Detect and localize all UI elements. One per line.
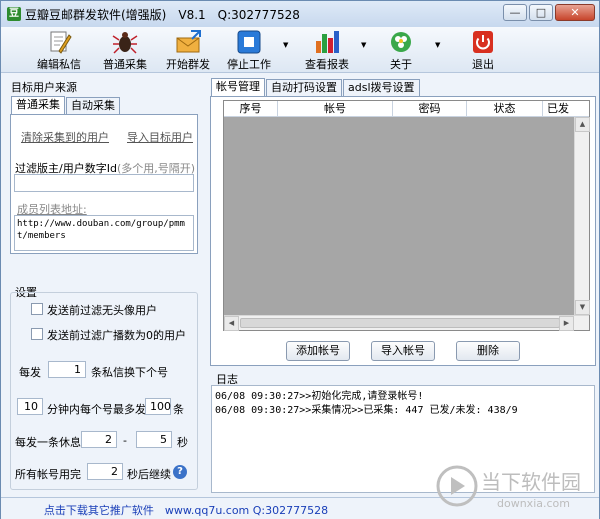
stop-icon: [237, 30, 261, 54]
close-button[interactable]: ✕: [555, 4, 595, 21]
members-url-textarea[interactable]: http://www.douban.com/group/pmmt/members: [14, 215, 194, 251]
normal-collect-button[interactable]: 普通采集: [93, 29, 157, 71]
col-sent[interactable]: 已发: [543, 101, 589, 116]
left-tabs: 普通采集 自动采集: [11, 96, 121, 115]
exit-label: 退出: [472, 58, 494, 71]
per-minutes-input[interactable]: 10: [17, 398, 43, 415]
grid-vertical-scrollbar[interactable]: ▲ ▼: [574, 117, 590, 315]
edit-message-label: 编辑私信: [37, 58, 81, 71]
all-used-suffix: 秒后继续: [127, 468, 171, 481]
edit-document-icon: [50, 31, 72, 54]
per-send-suffix: 条私信换下个号: [91, 366, 168, 379]
filter-zero-broadcast-label: 发送前过滤广播数为0的用户: [47, 329, 186, 342]
maximize-button[interactable]: □: [529, 4, 553, 21]
tab-adsl-dial[interactable]: adsl拨号设置: [343, 79, 420, 96]
clear-collected-link[interactable]: 清除采集到的用户: [21, 129, 109, 145]
bug-icon: [112, 32, 138, 54]
help-icon[interactable]: ?: [173, 465, 187, 479]
rest-min-input[interactable]: 2: [81, 431, 117, 448]
stop-work-label: 停止工作: [227, 58, 271, 71]
horizontal-scroll-thumb[interactable]: [240, 318, 560, 328]
view-report-label: 查看报表: [305, 58, 349, 71]
rest-unit: 秒: [177, 436, 188, 449]
toolbar: 编辑私信 普通采集 开始群发 停止工作 ▼ 查看报表 ▼ 关于 ▼ 退出: [1, 27, 599, 73]
import-target-link[interactable]: 导入目标用户: [127, 129, 193, 145]
col-status[interactable]: 状态: [467, 101, 543, 116]
col-index[interactable]: 序号: [224, 101, 278, 116]
tab-normal-collect[interactable]: 普通采集: [11, 96, 65, 114]
about-button[interactable]: 关于: [369, 29, 433, 71]
watermark-brand: 当下软件园: [481, 470, 581, 494]
edit-message-button[interactable]: 编辑私信: [27, 29, 91, 71]
watermark-logo-icon: 当下软件园 downxia.com: [436, 465, 581, 510]
filter-no-avatar-label: 发送前过滤无头像用户: [47, 304, 157, 317]
watermark: 当下软件园 downxia.com: [435, 459, 585, 515]
settings-group: [10, 292, 198, 490]
per-send-input[interactable]: 1: [48, 361, 86, 378]
account-grid-header: 序号 帐号 密码 状态 已发: [224, 101, 589, 117]
rest-label: 每发一条休息: [15, 436, 81, 449]
max-send-unit: 条: [173, 403, 184, 416]
stop-dropdown-arrow[interactable]: ▼: [283, 41, 291, 49]
promo-link[interactable]: 点击下载其它推广软件 www.qq7u.com Q:302777528: [1, 502, 371, 518]
about-dropdown-arrow[interactable]: ▼: [435, 41, 443, 49]
rest-max-input[interactable]: 5: [136, 431, 172, 448]
delete-button[interactable]: 删除: [456, 341, 520, 361]
account-grid[interactable]: [223, 100, 590, 331]
import-account-button[interactable]: 导入帐号: [371, 341, 435, 361]
report-dropdown-arrow[interactable]: ▼: [361, 41, 369, 49]
scroll-right-button[interactable]: ▶: [559, 316, 574, 331]
title-bar: 豆 豆瓣豆邮群发软件(增强版) V8.1 Q:302777528 — □ ✕: [1, 1, 599, 27]
all-used-label: 所有帐号用完: [15, 468, 81, 481]
rest-dash: -: [123, 434, 127, 447]
add-account-button[interactable]: 添加帐号: [286, 341, 350, 361]
globe-flower-icon: [391, 32, 411, 52]
filter-no-avatar-checkbox[interactable]: [31, 303, 43, 315]
minimize-button[interactable]: —: [503, 4, 527, 21]
target-source-title: 目标用户来源: [11, 81, 77, 94]
window-title: 豆瓣豆邮群发软件(增强版) V8.1 Q:302777528: [25, 7, 300, 22]
scroll-left-button[interactable]: ◀: [224, 316, 239, 331]
watermark-domain: downxia.com: [497, 497, 570, 510]
main-window: 豆 豆瓣豆邮群发软件(增强版) V8.1 Q:302777528 — □ ✕ 编…: [0, 0, 600, 519]
tab-account-management[interactable]: 帐号管理: [211, 78, 265, 96]
filter-id-input[interactable]: [14, 174, 194, 192]
tab-auto-collect[interactable]: 自动采集: [66, 97, 120, 114]
scroll-up-button[interactable]: ▲: [575, 117, 590, 132]
stop-work-button[interactable]: 停止工作: [217, 29, 281, 71]
exit-button[interactable]: 退出: [451, 29, 515, 71]
filter-zero-broadcast-checkbox[interactable]: [31, 328, 43, 340]
view-report-button[interactable]: 查看报表: [295, 29, 359, 71]
bar-chart-icon: [316, 31, 339, 53]
right-tabs: 帐号管理 自动打码设置 adsl拨号设置: [211, 78, 421, 97]
grid-horizontal-scrollbar[interactable]: ◀ ▶: [224, 315, 589, 331]
normal-collect-label: 普通采集: [103, 58, 147, 71]
max-send-input[interactable]: 100: [145, 398, 171, 415]
tab-auto-captcha[interactable]: 自动打码设置: [266, 79, 342, 96]
about-label: 关于: [390, 58, 412, 71]
all-used-input[interactable]: 2: [87, 463, 123, 480]
per-send-label: 每发: [19, 366, 41, 379]
log-line: 06/08 09:30:27>>初始化完成,请登录帐号!: [215, 391, 424, 402]
col-account[interactable]: 帐号: [278, 101, 393, 116]
start-send-label: 开始群发: [166, 58, 210, 71]
start-send-button[interactable]: 开始群发: [156, 29, 220, 71]
col-password[interactable]: 密码: [393, 101, 467, 116]
power-icon: [473, 31, 493, 53]
envelope-icon: [176, 30, 201, 53]
per-minutes-label: 分钟内每个号最多发: [47, 403, 146, 416]
log-line: 06/08 09:30:27>>采集情况>>已采集: 447 已发/未发: 43…: [215, 405, 518, 416]
scroll-down-button[interactable]: ▼: [575, 300, 590, 315]
app-icon: 豆: [7, 7, 21, 21]
